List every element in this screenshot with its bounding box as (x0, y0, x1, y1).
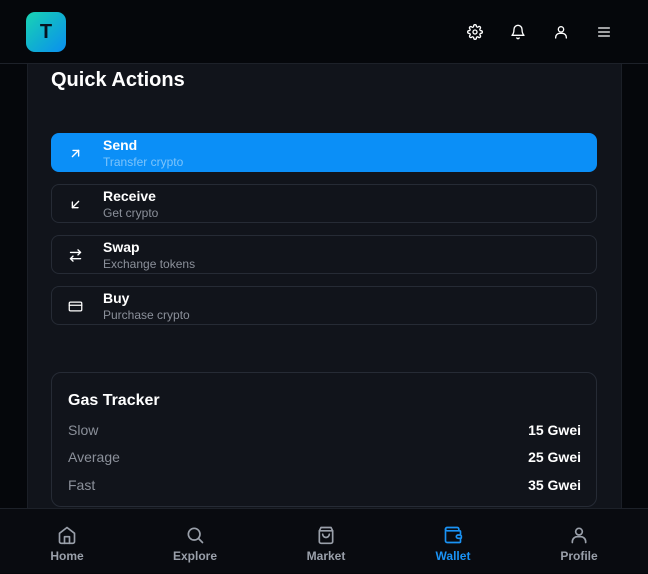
receive-action-button[interactable]: Receive Get crypto (51, 184, 597, 223)
gear-icon[interactable] (463, 20, 487, 44)
user-icon[interactable] (549, 20, 573, 44)
nav-item-wallet[interactable]: Wallet (403, 509, 503, 574)
send-subtitle: Transfer crypto (103, 155, 184, 169)
send-label: Send (103, 137, 138, 153)
gas-row-name: Fast (68, 477, 96, 493)
gas-row-name: Average (68, 449, 120, 465)
home-icon (55, 523, 79, 547)
credit-card-icon (67, 298, 83, 314)
gas-row-average: Average 25 Gwei (68, 449, 581, 469)
nav-label: Explore (172, 549, 217, 563)
top-bar: T (0, 0, 648, 64)
nav-label: Wallet (435, 549, 471, 563)
swap-action-button[interactable]: Swap Exchange tokens (51, 235, 597, 274)
gas-row-slow: Slow 15 Gwei (68, 422, 581, 442)
gas-row-fast: Fast 35 Gwei (68, 477, 581, 497)
nav-item-profile[interactable]: Profile (529, 509, 629, 574)
quick-actions-title: Quick Actions (51, 69, 185, 91)
arrow-up-right-icon (67, 145, 83, 161)
nav-label: Profile (560, 549, 598, 563)
user-icon (567, 523, 591, 547)
gas-tracker-card: Gas Tracker Slow 15 Gwei Average 25 Gwei… (51, 372, 597, 507)
app-logo[interactable]: T (26, 12, 66, 52)
search-icon (183, 523, 207, 547)
swap-icon (67, 247, 83, 263)
bottom-nav: Home Explore Market Wallet Profile (0, 508, 648, 573)
shopping-bag-icon (314, 523, 338, 547)
app-logo-letter: T (39, 20, 53, 43)
nav-item-explore[interactable]: Explore (145, 509, 245, 574)
swap-subtitle: Exchange tokens (103, 257, 196, 271)
nav-label: Home (50, 549, 84, 563)
arrow-down-left-icon (67, 196, 83, 212)
swap-label: Swap (103, 239, 140, 255)
buy-action-button[interactable]: Buy Purchase crypto (51, 286, 597, 325)
receive-subtitle: Get crypto (103, 206, 159, 220)
gas-row-value: 25 Gwei (528, 449, 581, 465)
buy-label: Buy (103, 290, 130, 306)
send-action-button[interactable]: Send Transfer crypto (51, 133, 597, 172)
gas-row-value: 15 Gwei (528, 422, 581, 438)
nav-item-home[interactable]: Home (17, 509, 117, 574)
nav-label: Market (306, 549, 346, 563)
gas-tracker-title: Gas Tracker (68, 392, 160, 409)
bell-icon[interactable] (506, 20, 530, 44)
receive-label: Receive (103, 188, 156, 204)
nav-item-market[interactable]: Market (276, 509, 376, 574)
menu-icon[interactable] (592, 20, 616, 44)
gas-row-value: 35 Gwei (528, 477, 581, 493)
gas-row-name: Slow (68, 422, 99, 438)
buy-subtitle: Purchase crypto (103, 308, 190, 322)
wallet-icon (441, 523, 465, 547)
